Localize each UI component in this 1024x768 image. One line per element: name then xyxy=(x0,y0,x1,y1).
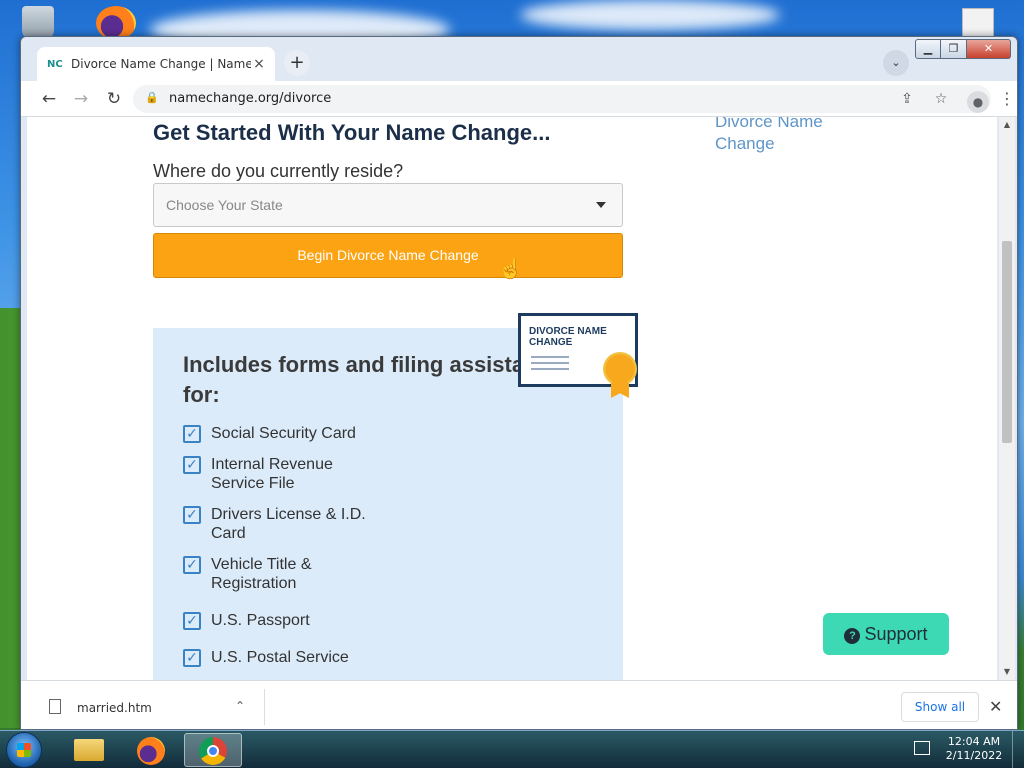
question-circle-icon: ? xyxy=(844,628,861,644)
checkmark-icon: ✓ xyxy=(183,456,201,474)
certificate-text: DIVORCE NAME CHANGE xyxy=(529,326,607,348)
tab-close-icon[interactable]: × xyxy=(251,56,267,72)
scroll-down-arrow-icon[interactable]: ▼ xyxy=(1002,667,1012,677)
scroll-up-arrow-icon[interactable]: ▲ xyxy=(1002,120,1012,130)
feature-label: Vehicle Title & Registration xyxy=(211,556,312,592)
browser-menu-icon[interactable]: ⋮ xyxy=(999,89,1015,109)
download-bar: married.htm ⌃ Show all ✕ xyxy=(21,680,1017,729)
maximize-button[interactable]: ❐ xyxy=(941,39,967,59)
browser-toolbar: ← → ↻ 🔒 namechange.org/divorce ⇪ ☆ ● ⋮ xyxy=(21,81,1017,117)
support-label: Support xyxy=(864,624,928,644)
feature-label: U.S. Postal Service xyxy=(211,649,349,666)
checkmark-icon: ✓ xyxy=(183,649,201,667)
feature-label: U.S. Passport xyxy=(211,612,310,629)
feature-label: Drivers License & I.D. Card xyxy=(211,506,366,542)
residence-question: Where do you currently reside? xyxy=(153,161,404,181)
page-viewport: Get Started With Your Name Change... Div… xyxy=(27,117,997,680)
feature-item: ✓ Vehicle Title & Registration xyxy=(183,555,381,593)
feature-item: ✓ Drivers License & I.D. Card xyxy=(183,505,381,543)
chevron-up-icon[interactable]: ⌃ xyxy=(235,699,245,713)
show-desktop-button[interactable] xyxy=(1012,731,1024,768)
bookmark-star-icon[interactable]: ☆ xyxy=(931,89,951,109)
chrome-icon xyxy=(199,737,227,765)
feature-item: ✓ U.S. Postal Service xyxy=(183,648,381,667)
taskbar-explorer[interactable] xyxy=(60,733,118,767)
windows-logo-icon xyxy=(17,743,31,757)
system-clock[interactable]: 12:04 AM 2/11/2022 xyxy=(942,735,1006,763)
scrollbar-thumb[interactable] xyxy=(1002,241,1012,443)
file-icon xyxy=(49,699,61,714)
state-select[interactable]: Choose Your State xyxy=(153,183,623,227)
folder-icon xyxy=(74,739,104,761)
tab-strip: NC Divorce Name Change | NameCh × + ⌄ xyxy=(21,37,1017,81)
lock-icon[interactable]: 🔒 xyxy=(145,91,159,105)
window-close-button[interactable]: ✕ xyxy=(967,39,1011,59)
checkmark-icon: ✓ xyxy=(183,506,201,524)
back-arrow-icon[interactable]: ← xyxy=(37,87,61,111)
support-button[interactable]: ? Support xyxy=(823,613,949,655)
checkmark-icon: ✓ xyxy=(183,556,201,574)
show-all-button[interactable]: Show all xyxy=(901,692,979,722)
tab-divorce-name-change[interactable]: NC Divorce Name Change | NameCh × xyxy=(37,47,275,81)
sidebar-link-divorce-name-change[interactable]: Divorce Name Change xyxy=(715,117,855,155)
taskbar: 12:04 AM 2/11/2022 xyxy=(0,730,1024,768)
new-tab-button[interactable]: + xyxy=(284,50,310,76)
taskbar-firefox[interactable] xyxy=(122,733,180,767)
begin-button-label: Begin Divorce Name Change xyxy=(297,247,479,263)
recycle-bin-icon[interactable] xyxy=(22,6,54,40)
network-icon[interactable] xyxy=(914,741,930,755)
feature-item: ✓ Internal Revenue Service File xyxy=(183,455,381,493)
chevron-down-icon xyxy=(596,202,606,208)
tab-title: Divorce Name Change | NameCh xyxy=(71,57,251,71)
site-favicon-icon: NC xyxy=(47,58,63,70)
checkmark-icon: ✓ xyxy=(183,425,201,443)
address-bar[interactable]: 🔒 namechange.org/divorce ⇪ ☆ xyxy=(133,85,991,113)
clock-time: 12:04 AM xyxy=(947,735,1001,748)
taskbar-chrome[interactable] xyxy=(184,733,242,767)
firefox-icon xyxy=(137,737,165,765)
state-select-placeholder: Choose Your State xyxy=(166,197,283,213)
share-icon[interactable]: ⇪ xyxy=(897,89,917,109)
feature-item: ✓ U.S. Passport xyxy=(183,611,381,630)
window-controls: ▁ ❐ ✕ xyxy=(915,39,1011,59)
seal-icon xyxy=(603,352,637,386)
reload-icon[interactable]: ↻ xyxy=(102,87,126,111)
feature-label: Internal Revenue Service File xyxy=(211,456,333,492)
panel-title: Includes forms and filing assista for: xyxy=(183,352,525,407)
feature-item: ✓ Social Security Card xyxy=(183,424,381,443)
browser-window: NC Divorce Name Change | NameCh × + ⌄ ▁ … xyxy=(20,36,1018,730)
checkmark-icon: ✓ xyxy=(183,612,201,630)
forward-arrow-icon[interactable]: → xyxy=(69,87,93,111)
page-scrollbar[interactable]: ▲ ▼ xyxy=(999,117,1015,680)
minimize-button[interactable]: ▁ xyxy=(915,39,941,59)
close-download-bar-icon[interactable]: ✕ xyxy=(989,697,1002,716)
certificate-icon: DIVORCE NAME CHANGE xyxy=(518,313,638,398)
start-button[interactable] xyxy=(6,732,42,768)
begin-divorce-name-change-button[interactable]: Begin Divorce Name Change ☝ xyxy=(153,233,623,280)
clock-date: 2/11/2022 xyxy=(945,749,1003,762)
feature-label: Social Security Card xyxy=(211,425,356,442)
firefox-desktop-icon[interactable] xyxy=(96,6,136,40)
tab-search-icon[interactable]: ⌄ xyxy=(883,50,909,76)
profile-avatar-icon[interactable]: ● xyxy=(967,91,989,113)
hand-cursor-icon: ☝ xyxy=(498,258,523,280)
url-text[interactable]: namechange.org/divorce xyxy=(169,91,331,106)
page-heading: Get Started With Your Name Change... xyxy=(153,120,551,145)
download-file-name[interactable]: married.htm xyxy=(77,701,152,715)
